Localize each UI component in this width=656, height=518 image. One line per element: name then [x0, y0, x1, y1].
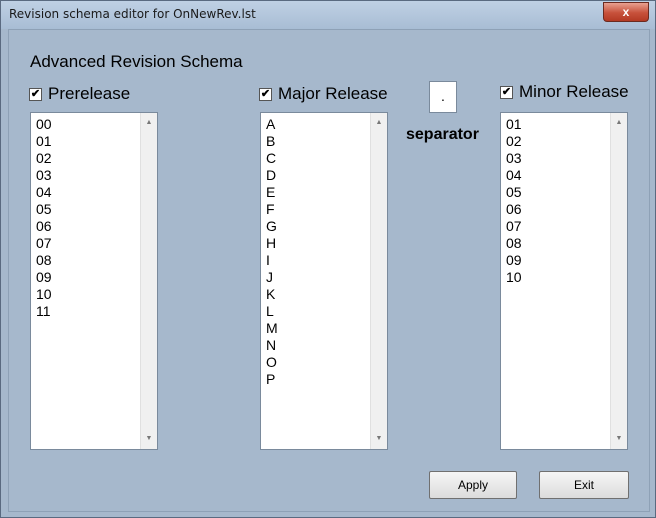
list-item[interactable]: 02: [36, 150, 52, 167]
minor-scrollbar[interactable]: ▲ ▼: [610, 113, 627, 449]
prerelease-list-items: 00 01 02 03 04 05 06 07 08 09 10 11: [36, 116, 52, 320]
list-item[interactable]: E: [266, 184, 278, 201]
major-list-items: ABCDEFGHIJKLMNOP: [266, 116, 278, 388]
list-item[interactable]: 08: [36, 252, 52, 269]
list-item[interactable]: M: [266, 320, 278, 337]
list-item[interactable]: O: [266, 354, 278, 371]
list-item[interactable]: 01: [506, 116, 522, 133]
major-scrollbar[interactable]: ▲ ▼: [370, 113, 387, 449]
list-item[interactable]: B: [266, 133, 278, 150]
close-button[interactable]: x: [603, 2, 649, 22]
list-item[interactable]: 11: [36, 303, 52, 320]
list-item[interactable]: 08: [506, 235, 522, 252]
list-item[interactable]: 06: [506, 201, 522, 218]
scroll-up-icon[interactable]: ▲: [371, 115, 387, 131]
list-item[interactable]: D: [266, 167, 278, 184]
major-listbox[interactable]: ABCDEFGHIJKLMNOP ▲ ▼: [260, 112, 388, 450]
list-item[interactable]: 09: [36, 269, 52, 286]
separator-label: separator: [406, 126, 479, 143]
list-item[interactable]: 06: [36, 218, 52, 235]
page-title: Advanced Revision Schema: [30, 52, 243, 71]
list-item[interactable]: A: [266, 116, 278, 133]
list-item[interactable]: 09: [506, 252, 522, 269]
list-item[interactable]: N: [266, 337, 278, 354]
scroll-up-icon[interactable]: ▲: [141, 115, 157, 131]
major-checkbox[interactable]: ✔: [259, 87, 272, 101]
prerelease-checkbox[interactable]: ✔: [29, 87, 42, 101]
list-item[interactable]: 05: [36, 201, 52, 218]
list-item[interactable]: J: [266, 269, 278, 286]
list-item[interactable]: G: [266, 218, 278, 235]
scroll-up-icon[interactable]: ▲: [611, 115, 627, 131]
list-item[interactable]: 07: [36, 235, 52, 252]
list-item[interactable]: C: [266, 150, 278, 167]
close-icon: x: [622, 5, 630, 19]
scroll-down-icon[interactable]: ▼: [371, 431, 387, 447]
major-checkbox-row[interactable]: ✔ Major Release: [259, 84, 388, 104]
list-item[interactable]: 01: [36, 133, 52, 150]
list-item[interactable]: K: [266, 286, 278, 303]
list-item[interactable]: 04: [506, 167, 522, 184]
list-item[interactable]: 02: [506, 133, 522, 150]
prerelease-scrollbar[interactable]: ▲ ▼: [140, 113, 157, 449]
apply-button[interactable]: Apply: [429, 471, 517, 499]
list-item[interactable]: I: [266, 252, 278, 269]
title-bar: Revision schema editor for OnNewRev.lst …: [1, 1, 655, 29]
editor-window: Revision schema editor for OnNewRev.lst …: [0, 0, 656, 518]
list-item[interactable]: L: [266, 303, 278, 320]
list-item[interactable]: 04: [36, 184, 52, 201]
list-item[interactable]: 00: [36, 116, 52, 133]
list-item[interactable]: P: [266, 371, 278, 388]
minor-listbox[interactable]: 01 02 03 04 05 06 07 08 09 10 ▲ ▼: [500, 112, 628, 450]
minor-checkbox-row[interactable]: ✔ Minor Release: [500, 82, 629, 102]
list-item[interactable]: H: [266, 235, 278, 252]
list-item[interactable]: F: [266, 201, 278, 218]
list-item[interactable]: 03: [506, 150, 522, 167]
prerelease-listbox[interactable]: 00 01 02 03 04 05 06 07 08 09 10 11 ▲ ▼: [30, 112, 158, 450]
client-area: Advanced Revision Schema ✔ Prerelease 00…: [8, 29, 650, 512]
scroll-down-icon[interactable]: ▼: [141, 431, 157, 447]
major-label: Major Release: [278, 84, 388, 103]
separator-input[interactable]: .: [429, 81, 457, 113]
minor-list-items: 01 02 03 04 05 06 07 08 09 10: [506, 116, 522, 286]
minor-label: Minor Release: [519, 82, 629, 101]
prerelease-label: Prerelease: [48, 84, 131, 103]
list-item[interactable]: 07: [506, 218, 522, 235]
list-item[interactable]: 03: [36, 167, 52, 184]
prerelease-checkbox-row[interactable]: ✔ Prerelease: [29, 84, 130, 104]
list-item[interactable]: 10: [36, 286, 52, 303]
list-item[interactable]: 10: [506, 269, 522, 286]
window-title: Revision schema editor for OnNewRev.lst: [9, 7, 256, 21]
scroll-down-icon[interactable]: ▼: [611, 431, 627, 447]
minor-checkbox[interactable]: ✔: [500, 85, 513, 99]
list-item[interactable]: 05: [506, 184, 522, 201]
exit-button[interactable]: Exit: [539, 471, 629, 499]
